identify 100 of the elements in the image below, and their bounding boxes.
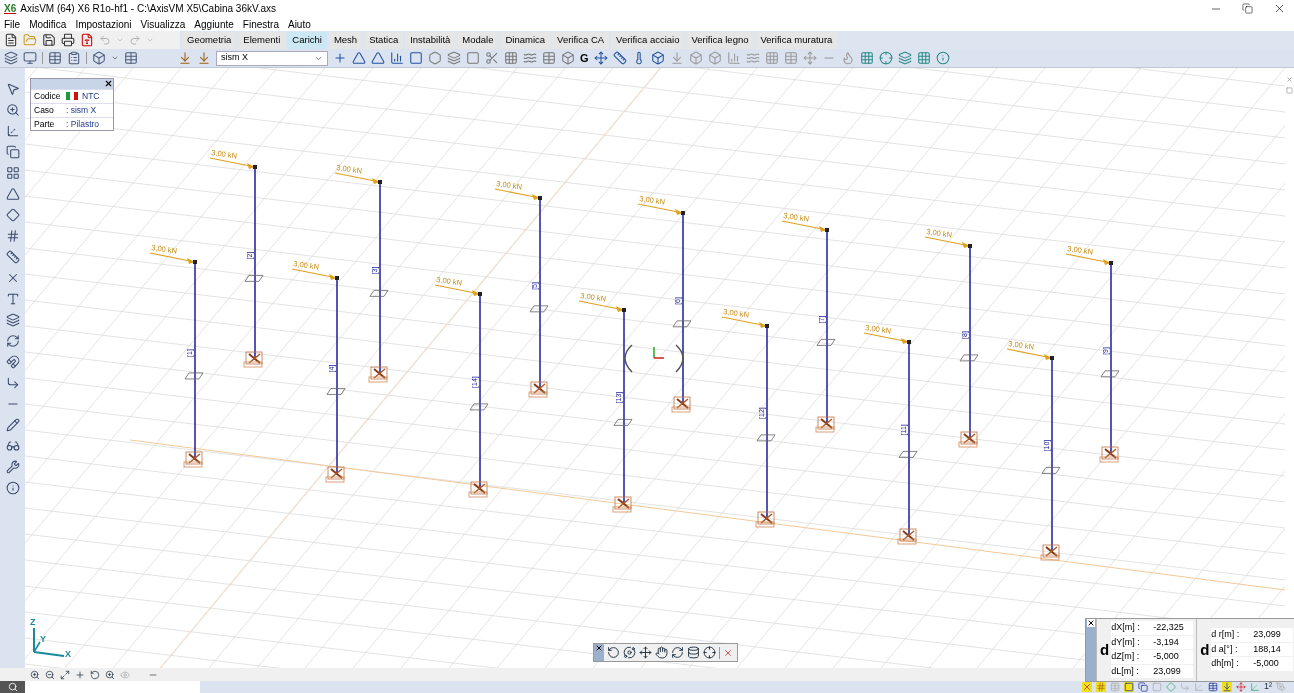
fit-view-icon[interactable] [60,669,70,680]
menu-item[interactable]: File [4,16,21,32]
new-file-icon[interactable] [4,33,18,47]
orbit-icon[interactable] [623,646,636,659]
ribbon-tab[interactable]: Verifica muratura [755,32,838,49]
load-case-select[interactable]: sism X [216,50,328,66]
folder-icon[interactable] [23,33,37,47]
pdf-icon[interactable] [80,33,94,47]
cross-icon[interactable] [1082,682,1092,692]
hexagon-icon[interactable] [428,51,442,65]
print-icon[interactable] [61,33,75,47]
rotate-icon[interactable] [5,334,20,348]
restore-icon[interactable] [1242,3,1253,14]
ruler-icon[interactable] [5,250,20,264]
ribbon-tab[interactable]: Geometria [182,32,237,49]
menu-item[interactable]: Aggiunte [194,16,234,32]
menu-item[interactable]: Modifica [29,16,67,32]
menu-item[interactable]: Finestra [242,16,279,32]
hand-icon[interactable] [655,646,668,659]
grid-icon[interactable] [5,229,20,243]
waves-icon[interactable] [745,51,760,65]
text-icon[interactable] [5,292,20,306]
cylinder-icon[interactable] [687,646,700,659]
superscript-toggle[interactable]: 1² [1264,680,1272,693]
corner-arrow-icon[interactable] [5,376,20,390]
box-icon[interactable] [561,51,575,65]
menu-item[interactable]: Impostazioni [75,16,132,32]
triangle-icon[interactable] [5,187,20,201]
save-icon[interactable] [42,33,56,47]
command-field[interactable] [25,681,200,693]
square-icon[interactable] [466,51,480,65]
close-icon[interactable] [595,644,603,652]
waves-icon[interactable] [523,51,537,65]
table-icon[interactable] [48,51,62,65]
ribbon-tab[interactable]: Instabilità [405,32,456,49]
table-icon[interactable] [124,51,138,65]
move-icon[interactable] [593,51,608,65]
ribbon-tab[interactable]: Elementi [238,32,286,49]
rotate-icon[interactable] [90,669,100,680]
diamond-icon[interactable] [5,208,20,222]
copy-icon[interactable] [1138,682,1148,692]
caret-icon[interactable] [111,54,119,62]
refresh-icon[interactable] [671,646,684,659]
box-icon[interactable] [650,51,665,65]
crosshair-icon[interactable] [703,646,716,659]
magnet-icon[interactable] [5,355,20,369]
ribbon-tab[interactable]: Verifica CA [552,32,610,49]
pan-icon[interactable] [75,669,85,680]
triangle-icon[interactable] [371,51,385,65]
rotate-icon[interactable] [607,646,620,659]
triangle-icon[interactable] [352,51,366,65]
dots-grid-icon[interactable] [504,51,518,65]
layers-icon[interactable] [5,313,20,327]
glasses-icon[interactable] [5,439,20,453]
table-icon[interactable] [542,51,556,65]
ribbon-tab[interactable]: Statica [364,32,404,49]
table-icon[interactable] [1208,682,1218,692]
ribbon-tab[interactable]: Dinamica [500,32,551,49]
ribbon-tab[interactable]: Modale [457,32,499,49]
pointer-icon[interactable] [5,82,20,96]
search-icon[interactable] [7,682,18,692]
gravity-button[interactable]: G [580,49,589,67]
plus-icon[interactable] [333,51,347,65]
square-icon[interactable] [1124,682,1134,692]
box-icon[interactable] [92,51,106,65]
grid-icon[interactable] [916,51,931,65]
close-icon[interactable] [104,79,113,88]
arrow-down-icon[interactable] [1222,682,1232,692]
scissors-icon[interactable] [485,51,499,65]
layers-icon[interactable] [447,51,461,65]
bar-chart-icon[interactable] [390,51,404,65]
pencil-icon[interactable] [5,418,20,432]
grid-icon[interactable] [1096,682,1106,692]
load-case-icon[interactable] [197,51,211,65]
list-icon[interactable] [67,51,81,65]
copy-icon[interactable] [5,145,20,159]
info-icon[interactable] [935,51,950,65]
ribbon-tab[interactable]: Carichi [287,32,327,49]
axes-icon[interactable] [5,124,20,138]
flame-icon[interactable] [840,51,855,65]
close-icon[interactable] [1087,619,1095,627]
close-icon[interactable] [1273,2,1286,15]
square-icon[interactable] [409,51,423,65]
ribbon-tab[interactable]: Verifica acciaio [611,32,685,49]
menu-item[interactable]: Visualizza [140,16,186,32]
ribbon-tab[interactable]: Verifica legno [686,32,754,49]
info-icon[interactable] [5,481,20,495]
settings-icon[interactable] [5,460,20,474]
grid-icon[interactable] [859,51,874,65]
zoom-icon[interactable] [5,103,20,117]
zoom-in-icon[interactable] [30,669,40,680]
load-case-icon[interactable] [178,51,192,65]
move-icon[interactable] [639,646,652,659]
color-grid-icon[interactable] [5,166,20,180]
layers-icon[interactable] [897,51,912,65]
monitor-icon[interactable] [23,51,37,65]
zoom-out-icon[interactable] [45,669,55,680]
ribbon-tab[interactable]: Mesh [328,32,363,49]
menu-item[interactable]: Aiuto [287,16,311,32]
zoom-icon[interactable] [105,669,115,680]
